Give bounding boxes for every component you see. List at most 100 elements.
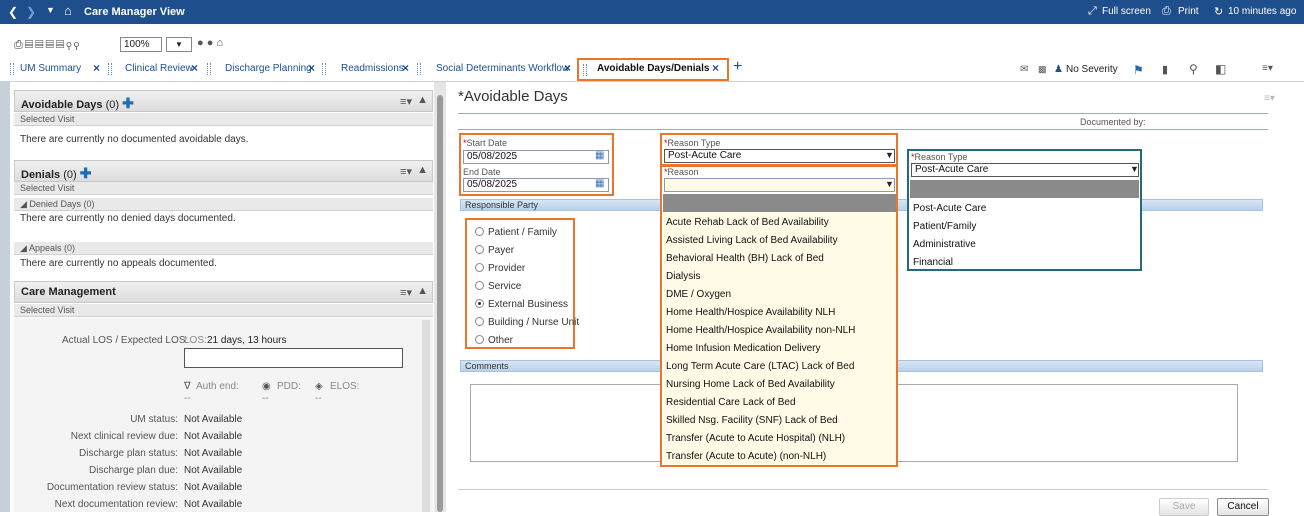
- add-avoidable-day-icon[interactable]: ✚: [122, 95, 134, 111]
- nav-circle-icons[interactable]: ● ● ⌂: [197, 37, 223, 49]
- forward-icon[interactable]: ❯: [26, 5, 36, 19]
- close-icon[interactable]: ×: [564, 61, 571, 75]
- home-icon[interactable]: ⌂: [64, 3, 72, 18]
- reason-option[interactable]: Nursing Home Lack of Bed Availability: [666, 379, 835, 390]
- end-date-input[interactable]: 05/08/2025: [463, 178, 609, 192]
- close-icon[interactable]: ×: [402, 61, 409, 75]
- close-icon[interactable]: ×: [93, 61, 100, 75]
- close-icon[interactable]: ×: [308, 61, 315, 75]
- radio-service[interactable]: [475, 281, 484, 290]
- dropdown-icon[interactable]: ▼: [46, 5, 55, 15]
- radio-building-nurse-unit[interactable]: [475, 317, 484, 326]
- start-date-input[interactable]: 05/08/2025: [463, 150, 609, 164]
- reason-option[interactable]: Transfer (Acute to Acute Hospital) (NLH): [666, 433, 845, 444]
- tag-icon[interactable]: ⚑: [1133, 63, 1144, 77]
- documentation-review-status-value: Not Available: [184, 482, 243, 493]
- radio-patient-family[interactable]: [475, 227, 484, 236]
- drag-handle-icon[interactable]: [322, 63, 326, 75]
- tab-avoidable-days-label[interactable]: Avoidable Days/Denials: [597, 63, 709, 74]
- chevron-down-icon[interactable]: ▼: [885, 179, 894, 189]
- reason-option[interactable]: Acute Rehab Lack of Bed Availability: [666, 217, 829, 228]
- doc-icon[interactable]: ▩: [1038, 64, 1047, 75]
- appeals-group[interactable]: ◢ Appeals (0): [14, 242, 433, 255]
- print-button[interactable]: Print: [1178, 6, 1199, 17]
- search-icon[interactable]: ⚲: [1189, 62, 1198, 76]
- reason-option[interactable]: Home Health/Hospice Availability non-NLH: [666, 325, 855, 336]
- fullscreen-icon[interactable]: ⤢: [1088, 5, 1097, 18]
- left-scrollbar[interactable]: [437, 95, 443, 512]
- denied-days-group[interactable]: ◢ Denied Days (0): [14, 198, 433, 211]
- save-button[interactable]: Save: [1159, 498, 1209, 516]
- back-icon[interactable]: ❮: [8, 5, 18, 19]
- reason-option[interactable]: Long Term Acute Care (LTAC) Lack of Bed: [666, 361, 854, 372]
- reason-type-option[interactable]: Post-Acute Care: [913, 203, 986, 214]
- drag-handle-icon[interactable]: [108, 63, 112, 75]
- denials-title: Denials: [21, 169, 61, 181]
- reason-option[interactable]: Dialysis: [666, 271, 700, 282]
- zoom-dropdown-icon[interactable]: ▼: [166, 37, 192, 52]
- menu-icon[interactable]: ≡▾: [1264, 93, 1275, 104]
- toolbar-icons[interactable]: ⎙▤▤▤▤⚲⚲: [14, 39, 81, 52]
- close-icon[interactable]: ×: [712, 61, 719, 75]
- menu-icon[interactable]: ≡▾: [400, 95, 412, 108]
- cancel-button[interactable]: Cancel: [1217, 498, 1269, 516]
- reason-select[interactable]: [664, 178, 895, 192]
- close-icon[interactable]: ×: [191, 61, 198, 75]
- radio-other[interactable]: [475, 335, 484, 344]
- drag-handle-icon[interactable]: [583, 64, 587, 76]
- tab-social-determinants[interactable]: Social Determinants Workflow: [436, 63, 569, 74]
- reason-option[interactable]: Skilled Nsg. Facility (SNF) Lack of Bed: [666, 415, 838, 426]
- refresh-icon[interactable]: ↻: [1214, 5, 1223, 18]
- radio-provider[interactable]: [475, 263, 484, 272]
- reason-option[interactable]: Behavioral Health (BH) Lack of Bed: [666, 253, 824, 264]
- reason-option[interactable]: Home Health/Hospice Availability NLH: [666, 307, 835, 318]
- menu-icon[interactable]: ≡▾: [1262, 63, 1273, 74]
- collapse-icon[interactable]: ▲: [417, 285, 428, 297]
- reason-option[interactable]: Assisted Living Lack of Bed Availability: [666, 235, 838, 246]
- menu-icon[interactable]: ≡▾: [400, 286, 412, 299]
- reason-type-option[interactable]: Financial: [913, 257, 953, 268]
- drag-handle-icon[interactable]: [417, 63, 421, 75]
- tab-readmissions[interactable]: Readmissions: [341, 63, 404, 74]
- severity-label[interactable]: No Severity: [1066, 64, 1118, 75]
- reason-type-option-blank[interactable]: [910, 180, 1139, 198]
- selected-visit: Selected Visit: [14, 304, 433, 317]
- tab-avoidable-days-active[interactable]: Avoidable Days/Denials ×: [577, 58, 729, 81]
- print-icon[interactable]: ⎙: [1162, 5, 1171, 18]
- radio-external-business[interactable]: [475, 299, 484, 308]
- reason-option[interactable]: Residential Care Lack of Bed: [666, 397, 796, 408]
- documentation-review-status-label: Documentation review status:: [46, 482, 178, 493]
- reason-option[interactable]: DME / Oxygen: [666, 289, 731, 300]
- reason-option[interactable]: Transfer (Acute to Acute) (non-NLH): [666, 451, 826, 462]
- calendar-icon[interactable]: ▦: [595, 150, 604, 161]
- fullscreen-button[interactable]: Full screen: [1102, 6, 1151, 17]
- care-scrollbar[interactable]: [422, 320, 430, 512]
- refresh-status[interactable]: 10 minutes ago: [1228, 6, 1296, 17]
- reason-type-select[interactable]: Post-Acute Care: [664, 149, 895, 163]
- drag-handle-icon[interactable]: [207, 63, 211, 75]
- radio-payer[interactable]: [475, 245, 484, 254]
- drag-handle-icon[interactable]: [10, 63, 14, 75]
- zoom-input[interactable]: 100%: [120, 37, 162, 52]
- reason-type-option[interactable]: Patient/Family: [913, 221, 976, 232]
- tab-um-summary[interactable]: UM Summary: [20, 63, 81, 74]
- tab-clinical-review[interactable]: Clinical Review: [125, 63, 193, 74]
- chevron-down-icon[interactable]: ▼: [1130, 164, 1139, 174]
- panel-icon[interactable]: ▮: [1162, 63, 1168, 76]
- los-input[interactable]: [184, 348, 403, 368]
- collapse-icon[interactable]: ▲: [417, 164, 428, 176]
- menu-icon[interactable]: ≡▾: [400, 165, 412, 178]
- mail-icon[interactable]: ✉: [1020, 64, 1028, 75]
- severity-icon[interactable]: ♟: [1054, 64, 1063, 75]
- tab-discharge-planning[interactable]: Discharge Planning: [225, 63, 312, 74]
- calendar-icon[interactable]: ▦: [595, 178, 604, 189]
- collapse-icon[interactable]: ◧: [1215, 62, 1226, 76]
- reason-type-2-select[interactable]: Post-Acute Care: [911, 163, 1139, 177]
- collapse-icon[interactable]: ▲: [417, 94, 428, 106]
- add-tab-icon[interactable]: +: [733, 58, 742, 76]
- add-denial-icon[interactable]: ✚: [80, 165, 92, 181]
- chevron-down-icon[interactable]: ▼: [885, 150, 894, 160]
- reason-option-blank[interactable]: [663, 194, 896, 212]
- reason-type-option[interactable]: Administrative: [913, 239, 976, 250]
- reason-option[interactable]: Home Infusion Medication Delivery: [666, 343, 821, 354]
